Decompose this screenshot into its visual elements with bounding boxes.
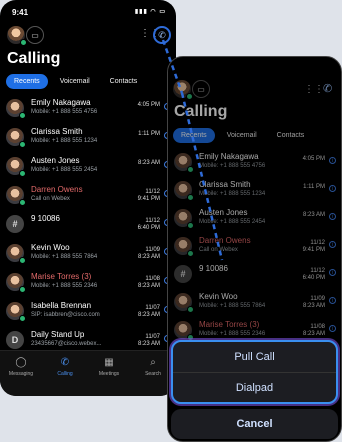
connector-dashed-line (161, 39, 224, 261)
